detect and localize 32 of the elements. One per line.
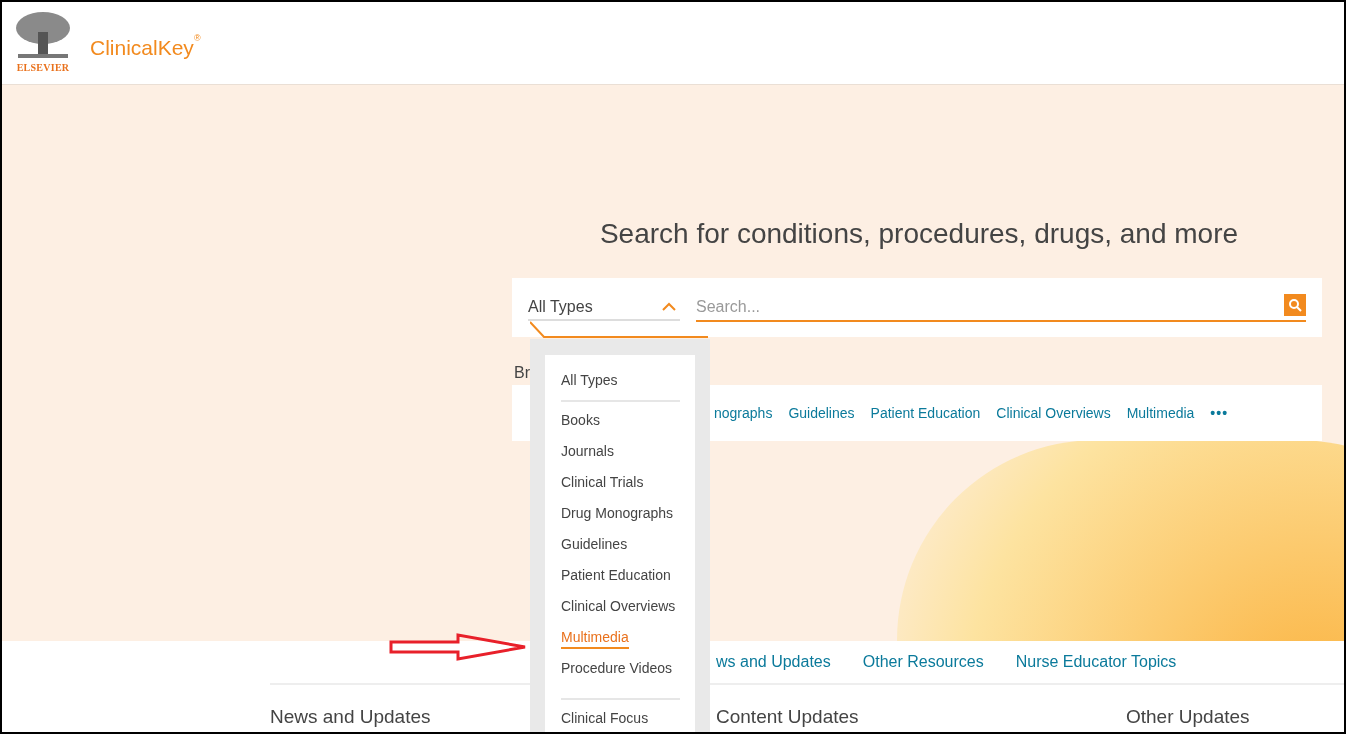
dropdown-option[interactable]: Guidelines xyxy=(561,535,628,556)
dropdown-option[interactable]: Journals xyxy=(561,442,614,463)
dropdown-option[interactable]: Clinical Overviews xyxy=(561,597,676,618)
dropdown-option[interactable]: All Types xyxy=(561,371,618,392)
dropdown-option[interactable]: Procedure Videos xyxy=(561,659,673,680)
tree-icon xyxy=(14,10,72,60)
section-tab[interactable]: Nurse Educator Topics xyxy=(1015,650,1177,674)
type-select[interactable]: All Types xyxy=(528,294,680,321)
hero-heading: Search for conditions, procedures, drugs, and more xyxy=(598,217,1240,251)
dropdown-option[interactable]: Books xyxy=(561,411,600,432)
dropdown-option[interactable]: Clinical Focus xyxy=(561,709,649,730)
publisher-logo[interactable]: ELSEVIER xyxy=(12,10,74,75)
publisher-name: ELSEVIER xyxy=(16,61,70,75)
browse-label: Br xyxy=(514,364,530,381)
search-icon[interactable] xyxy=(1284,293,1306,316)
column-heading: Content Updates xyxy=(716,705,859,729)
search-field[interactable]: Search... xyxy=(696,294,1284,319)
dropdown-option[interactable]: Drug Monographs xyxy=(561,504,674,525)
browse-link[interactable]: Multimedia xyxy=(1126,402,1195,424)
more-link[interactable]: ••• xyxy=(1210,402,1229,424)
dropdown-option[interactable]: Clinical Trials xyxy=(561,473,644,494)
browse-link[interactable]: Guidelines xyxy=(788,402,855,424)
section-tab[interactable]: ws and Updates xyxy=(716,650,831,674)
browse-link[interactable]: Clinical Overviews xyxy=(996,402,1111,424)
dropdown-option[interactable]: Patient Education xyxy=(561,566,671,587)
browse-link[interactable]: nographs xyxy=(714,402,773,424)
column-heading: News and Updates xyxy=(270,705,431,729)
section-tab[interactable]: Other Resources xyxy=(862,650,984,674)
browse-link[interactable]: Patient Education xyxy=(870,402,981,424)
column-heading: Other Updates xyxy=(1126,705,1250,729)
registered-mark: ® xyxy=(193,32,201,43)
dropdown-option[interactable]: Multimedia xyxy=(561,628,629,649)
